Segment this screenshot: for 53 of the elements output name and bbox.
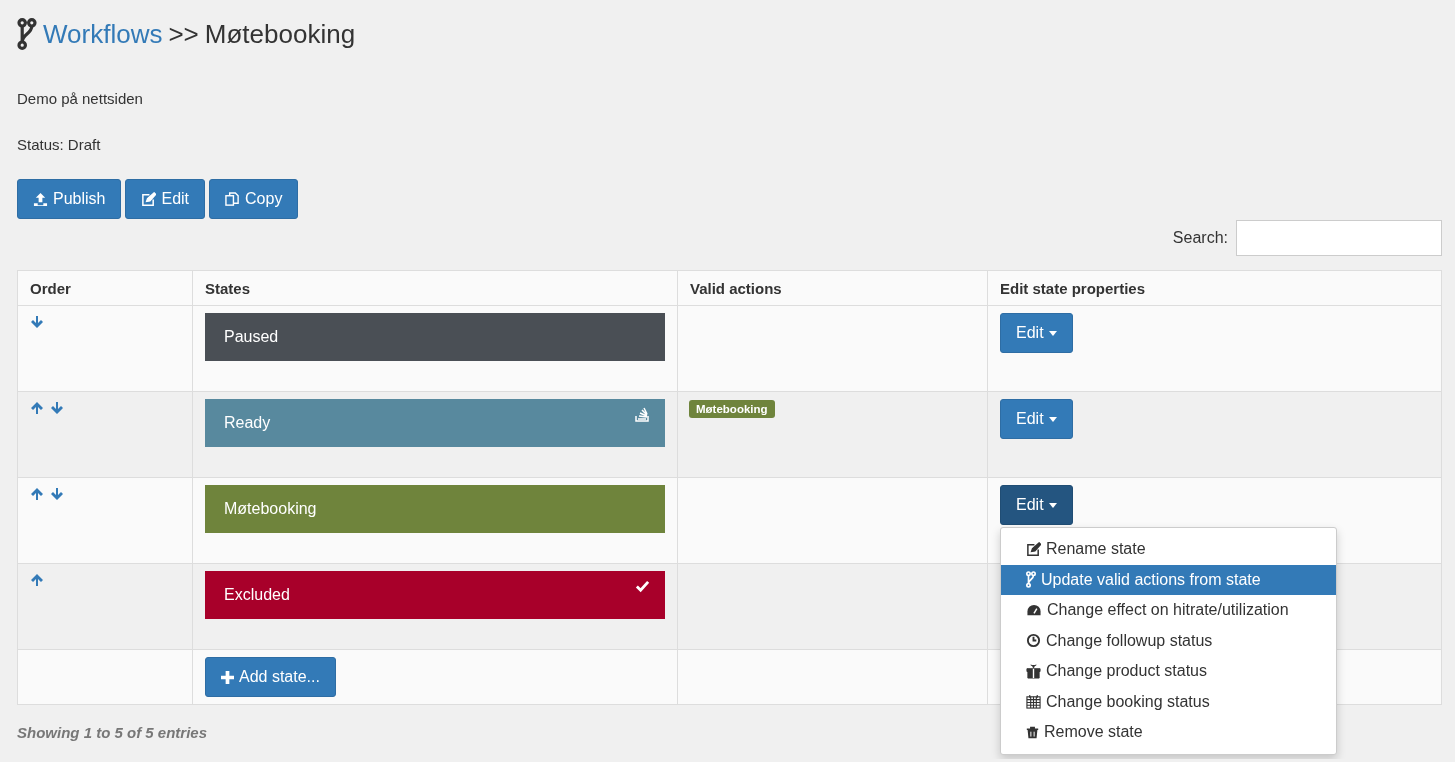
copy-button[interactable]: Copy [209,179,299,219]
publish-button[interactable]: Publish [17,179,122,219]
arrow-up-icon[interactable] [30,573,44,587]
add-state-button[interactable]: Add state... [205,657,336,697]
arrow-up-icon[interactable] [30,401,44,415]
state-name: Ready [224,414,271,432]
fork-icon [1026,571,1036,589]
menu-item[interactable]: Change followup status [1001,625,1336,656]
clock-icon [1026,633,1041,649]
caret-icon [1048,330,1057,336]
status-text: Status: Draft [17,136,102,153]
stack-icon [634,407,650,423]
upload-icon [33,191,48,207]
state-name: Excluded [224,586,290,604]
column-header: Valid actions [677,270,988,306]
calendar-icon [1026,694,1041,710]
trash-icon [1026,724,1039,740]
state-name: Møtebooking [224,500,317,518]
breadcrumb-separator: >> [168,18,199,50]
caret-icon [1048,416,1057,422]
description-text: Demo på nettsiden [17,90,144,107]
arrow-up-icon[interactable] [30,487,44,501]
edit-dropdown-button[interactable]: Edit [1000,399,1073,439]
menu-item[interactable]: Change effect on hitrate/utilization [1001,595,1336,626]
arrow-down-icon[interactable] [50,401,64,415]
search-label: Search: [1172,229,1228,247]
search-field[interactable] [1236,220,1442,256]
gauge-icon [1026,602,1042,618]
copy-icon [225,191,241,207]
edit-dropdown-button[interactable]: Edit [1000,485,1073,525]
menu-item[interactable]: Update valid actions from state [1001,564,1336,595]
check-icon [635,579,650,594]
entries-info: Showing 1 to 5 of 5 entries [17,724,208,741]
plus-icon [221,670,234,684]
column-header: Edit state properties [987,270,1442,306]
arrow-down-icon[interactable] [50,487,64,501]
edit-button[interactable]: Edit [125,179,206,219]
workflows-link[interactable]: Workflows [43,18,163,50]
menu-item[interactable]: Rename state [1001,534,1336,565]
column-header: States [192,270,678,306]
edit-icon [1026,541,1041,557]
page-title: Møtebooking [204,18,356,50]
action-tag: Møtebooking [689,400,775,418]
menu-item[interactable]: Change booking status [1001,686,1336,717]
arrow-down-icon[interactable] [30,315,44,329]
state-name: Paused [224,328,279,346]
edit-dropdown-button[interactable]: Edit [1000,313,1073,353]
edit-icon [141,191,157,207]
column-header: Order [17,270,193,306]
caret-icon [1048,502,1057,508]
gift-icon [1026,663,1041,679]
fork-icon [17,18,37,50]
menu-item[interactable]: Remove state [1001,717,1336,748]
